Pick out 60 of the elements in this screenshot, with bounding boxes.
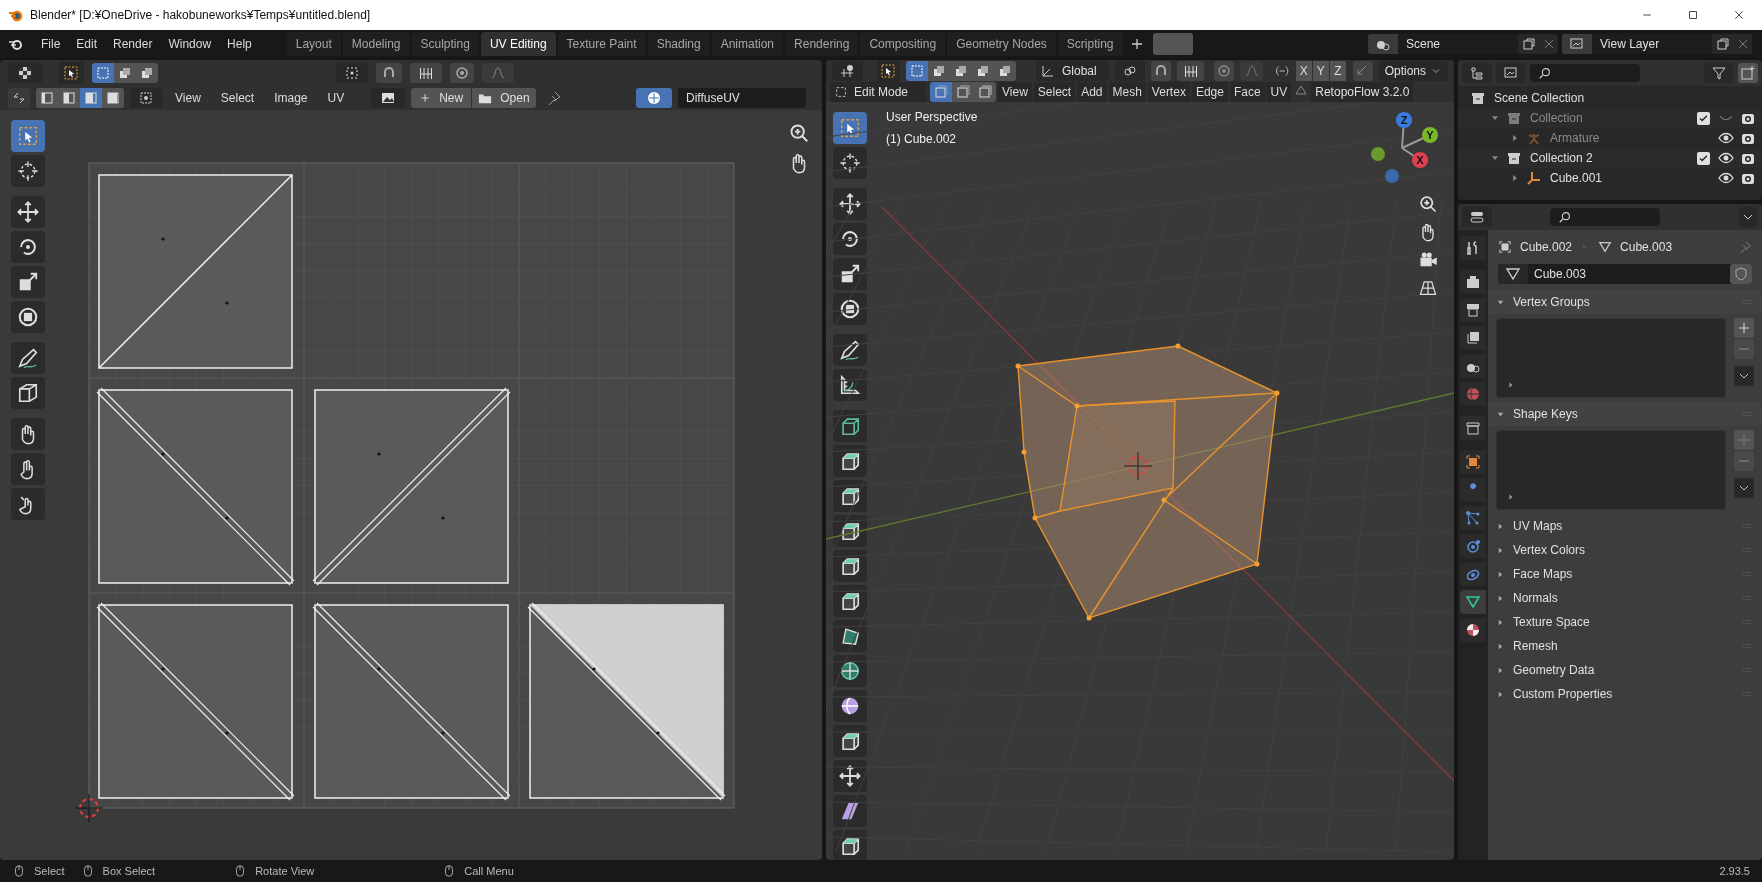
menu-item[interactable]: Vertex xyxy=(1147,82,1190,102)
menu-item[interactable]: Add xyxy=(1077,82,1107,102)
uv-map-field[interactable]: DiffuseUV xyxy=(678,88,806,108)
axis-toggle-button[interactable]: Z xyxy=(1329,61,1346,81)
status-hint: Box Select xyxy=(102,863,156,879)
outliner-item[interactable]: Collection 2 xyxy=(1530,149,1593,167)
menu-item[interactable]: File xyxy=(34,33,68,55)
window-title: Blender* [D:¥OneDrive - hakobuneworks¥Temps¥untitled.blend] xyxy=(30,7,371,24)
axis-label: X xyxy=(1412,152,1428,168)
menu-item[interactable]: Select xyxy=(213,88,262,108)
options-dropdown[interactable]: Options xyxy=(1378,61,1448,81)
workspace-tab[interactable]: Geometry Nodes xyxy=(947,32,1056,56)
outliner-item[interactable]: Armature xyxy=(1550,129,1600,147)
workspace-tab[interactable]: UV Editing xyxy=(480,32,556,56)
menu-item[interactable]: UV xyxy=(1266,82,1292,102)
menu-item[interactable]: Edge xyxy=(1191,82,1228,102)
addon-button[interactable]: RetopoFlow 3.2.0 xyxy=(1311,82,1414,102)
mode-dropdown[interactable]: Edit Mode xyxy=(830,82,926,102)
outliner-item[interactable]: Cube.001 xyxy=(1550,169,1603,187)
panel-header[interactable]: Shape Keys xyxy=(1488,402,1762,426)
scene-field[interactable]: Scene xyxy=(1398,34,1518,54)
outliner-item[interactable]: Scene Collection xyxy=(1494,89,1585,107)
breadcrumb-item: Cube.003 xyxy=(1620,239,1673,256)
workspace-tab[interactable]: Scripting xyxy=(1057,32,1123,56)
version-label: 2.93.5 xyxy=(1719,863,1750,879)
menu-item[interactable]: View xyxy=(998,82,1032,102)
axis-toggle-button[interactable]: Y xyxy=(1312,61,1329,81)
workspace-tab[interactable]: Rendering xyxy=(785,32,859,56)
menu-item[interactable]: Window xyxy=(161,33,219,55)
status-hint: Select xyxy=(34,863,65,879)
workspace-tab[interactable]: Animation xyxy=(711,32,784,56)
workspace-tab[interactable]: Layout xyxy=(286,32,341,56)
axis-label: Z xyxy=(1396,112,1412,128)
workspace-tab[interactable]: Modeling xyxy=(342,32,410,56)
menu-item[interactable]: Render xyxy=(106,33,160,55)
workspace-tab[interactable]: Sculpting xyxy=(411,32,479,56)
workspace-tab[interactable]: Shading xyxy=(647,32,710,56)
menu-item[interactable]: Image xyxy=(267,88,315,108)
panel-header[interactable]: Vertex Groups xyxy=(1488,290,1762,314)
menu-item[interactable]: Face xyxy=(1229,82,1265,102)
axis-label: Y xyxy=(1422,127,1438,143)
status-hint: Call Menu xyxy=(464,863,514,879)
orientation-dropdown[interactable]: Global xyxy=(1036,61,1109,81)
menu-item[interactable]: Mesh xyxy=(1108,82,1146,102)
workspace-tab[interactable]: Texture Paint xyxy=(557,32,646,56)
axis-toggle-button[interactable]: X xyxy=(1295,61,1312,81)
menu-item[interactable]: View xyxy=(168,88,208,108)
open-image-button[interactable]: Open xyxy=(472,88,536,108)
new-image-button[interactable]: New xyxy=(411,88,472,108)
menu-item[interactable]: Help xyxy=(220,33,259,55)
workspace-tab[interactable]: Compositing xyxy=(860,32,946,56)
menu-item[interactable]: Edit xyxy=(69,33,105,55)
breadcrumb-item: Cube.002 xyxy=(1520,239,1573,256)
view-layer-field[interactable]: View Layer xyxy=(1592,34,1712,54)
menu-item[interactable]: UV xyxy=(320,88,352,108)
menu-item[interactable]: Select xyxy=(1033,82,1076,102)
viewport-info-text: (1) Cube.002 xyxy=(886,131,958,148)
outliner-item[interactable]: Collection xyxy=(1530,109,1583,127)
status-hint: Rotate View xyxy=(255,863,315,879)
viewport-info-text: User Perspective xyxy=(886,109,978,126)
